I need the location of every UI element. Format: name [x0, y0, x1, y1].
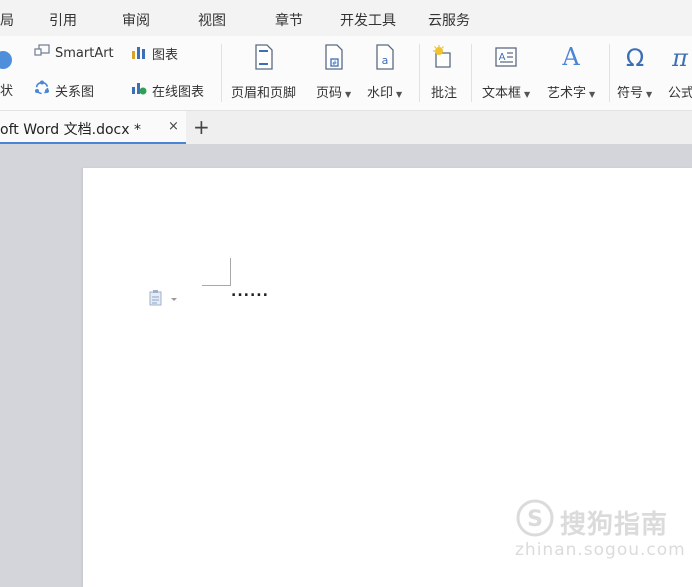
symbol-button[interactable]: Ω 符号 ▼: [617, 42, 652, 104]
relation-chart-icon: [34, 80, 50, 100]
close-icon[interactable]: ×: [168, 119, 179, 134]
online-chart-icon: [131, 80, 147, 100]
watermark-brand: 搜狗指南: [560, 510, 669, 540]
document-text[interactable]: ......: [231, 284, 269, 300]
ribbon: SmartArt 图表 状 关系图 在线图表 页眉和页脚 # 页码 ▼ a 水印…: [0, 36, 692, 111]
ribbon-separator: [609, 44, 610, 102]
omega-icon: Ω: [622, 42, 648, 72]
svg-text:S: S: [527, 507, 543, 532]
menu-bar: 局 引用 审阅 视图 章节 开发工具 云服务: [0, 0, 692, 36]
wordart-icon: A: [560, 42, 582, 72]
page-number-label: 页码 ▼: [316, 86, 352, 101]
svg-text:π: π: [671, 44, 689, 70]
header-footer-label: 页眉和页脚: [231, 86, 297, 101]
formula-button[interactable]: π 公式: [668, 42, 692, 104]
svg-text:Ω: Ω: [625, 44, 643, 70]
watermark-button[interactable]: a 水印 ▼: [367, 42, 402, 104]
menu-tab-cloud[interactable]: 云服务: [428, 10, 470, 30]
sogou-logo-icon: S: [515, 498, 555, 542]
textbox-icon: A: [494, 42, 518, 72]
document-tab-title: oft Word 文档.docx *: [0, 122, 141, 138]
formula-label: 公式: [668, 86, 692, 101]
menu-tab-layout[interactable]: 局: [0, 10, 14, 30]
online-chart-label: 在线图表: [152, 84, 205, 100]
margin-corner-mark: [230, 258, 231, 285]
shape-icon[interactable]: [0, 51, 12, 69]
shape-label: 状: [0, 84, 14, 99]
ribbon-separator: [419, 44, 420, 102]
svg-text:#: #: [332, 60, 337, 67]
svg-text:a: a: [381, 54, 388, 67]
comment-label: 批注: [431, 86, 458, 101]
menu-tab-references[interactable]: 引用: [49, 10, 77, 30]
watermark-url: zhinan.sogou.com: [515, 540, 686, 560]
watermark-icon: a: [375, 42, 395, 72]
paste-options-icon[interactable]: [149, 290, 181, 310]
menu-tab-review[interactable]: 审阅: [122, 10, 150, 30]
relation-chart-label: 关系图: [55, 84, 95, 100]
online-chart-button[interactable]: 在线图表: [131, 80, 204, 100]
watermark-label: 水印 ▼: [367, 86, 403, 101]
chart-icon: [131, 45, 147, 63]
menu-tab-developer[interactable]: 开发工具: [340, 10, 396, 30]
header-footer-button[interactable]: 页眉和页脚: [231, 42, 296, 104]
svg-text:A: A: [499, 52, 506, 63]
ribbon-separator: [471, 44, 472, 102]
smartart-label: SmartArt: [55, 45, 114, 61]
header-footer-icon: [254, 42, 274, 72]
comment-icon: [432, 42, 456, 72]
textbox-label: 文本框 ▼: [482, 86, 531, 101]
document-tab[interactable]: oft Word 文档.docx * ×: [0, 111, 186, 144]
smartart-icon: [34, 44, 50, 62]
smartart-button[interactable]: SmartArt: [34, 44, 114, 62]
textbox-button[interactable]: A 文本框 ▼: [482, 42, 530, 104]
chart-button[interactable]: 图表: [131, 44, 178, 63]
symbol-label: 符号 ▼: [617, 86, 653, 101]
chart-label: 图表: [152, 48, 179, 63]
shape-button[interactable]: 状: [0, 80, 13, 99]
document-page[interactable]: ...... S 搜狗指南 zhinan.sogou.com: [83, 168, 692, 587]
pi-icon: π: [669, 42, 692, 72]
document-tab-bar: oft Word 文档.docx * × +: [0, 111, 692, 144]
wordart-button[interactable]: A 艺术字 ▼: [547, 42, 595, 104]
relation-chart-button[interactable]: 关系图: [34, 80, 94, 100]
wordart-label: 艺术字 ▼: [547, 86, 596, 101]
menu-tab-section[interactable]: 章节: [275, 10, 303, 30]
menu-tab-view[interactable]: 视图: [198, 10, 226, 30]
margin-corner-mark: [202, 285, 231, 286]
new-tab-button[interactable]: +: [193, 115, 210, 139]
page-number-icon: #: [324, 42, 344, 72]
page-number-button[interactable]: # 页码 ▼: [316, 42, 351, 104]
svg-text:A: A: [561, 44, 580, 70]
ribbon-separator: [221, 44, 222, 102]
comment-button[interactable]: 批注: [431, 42, 457, 104]
